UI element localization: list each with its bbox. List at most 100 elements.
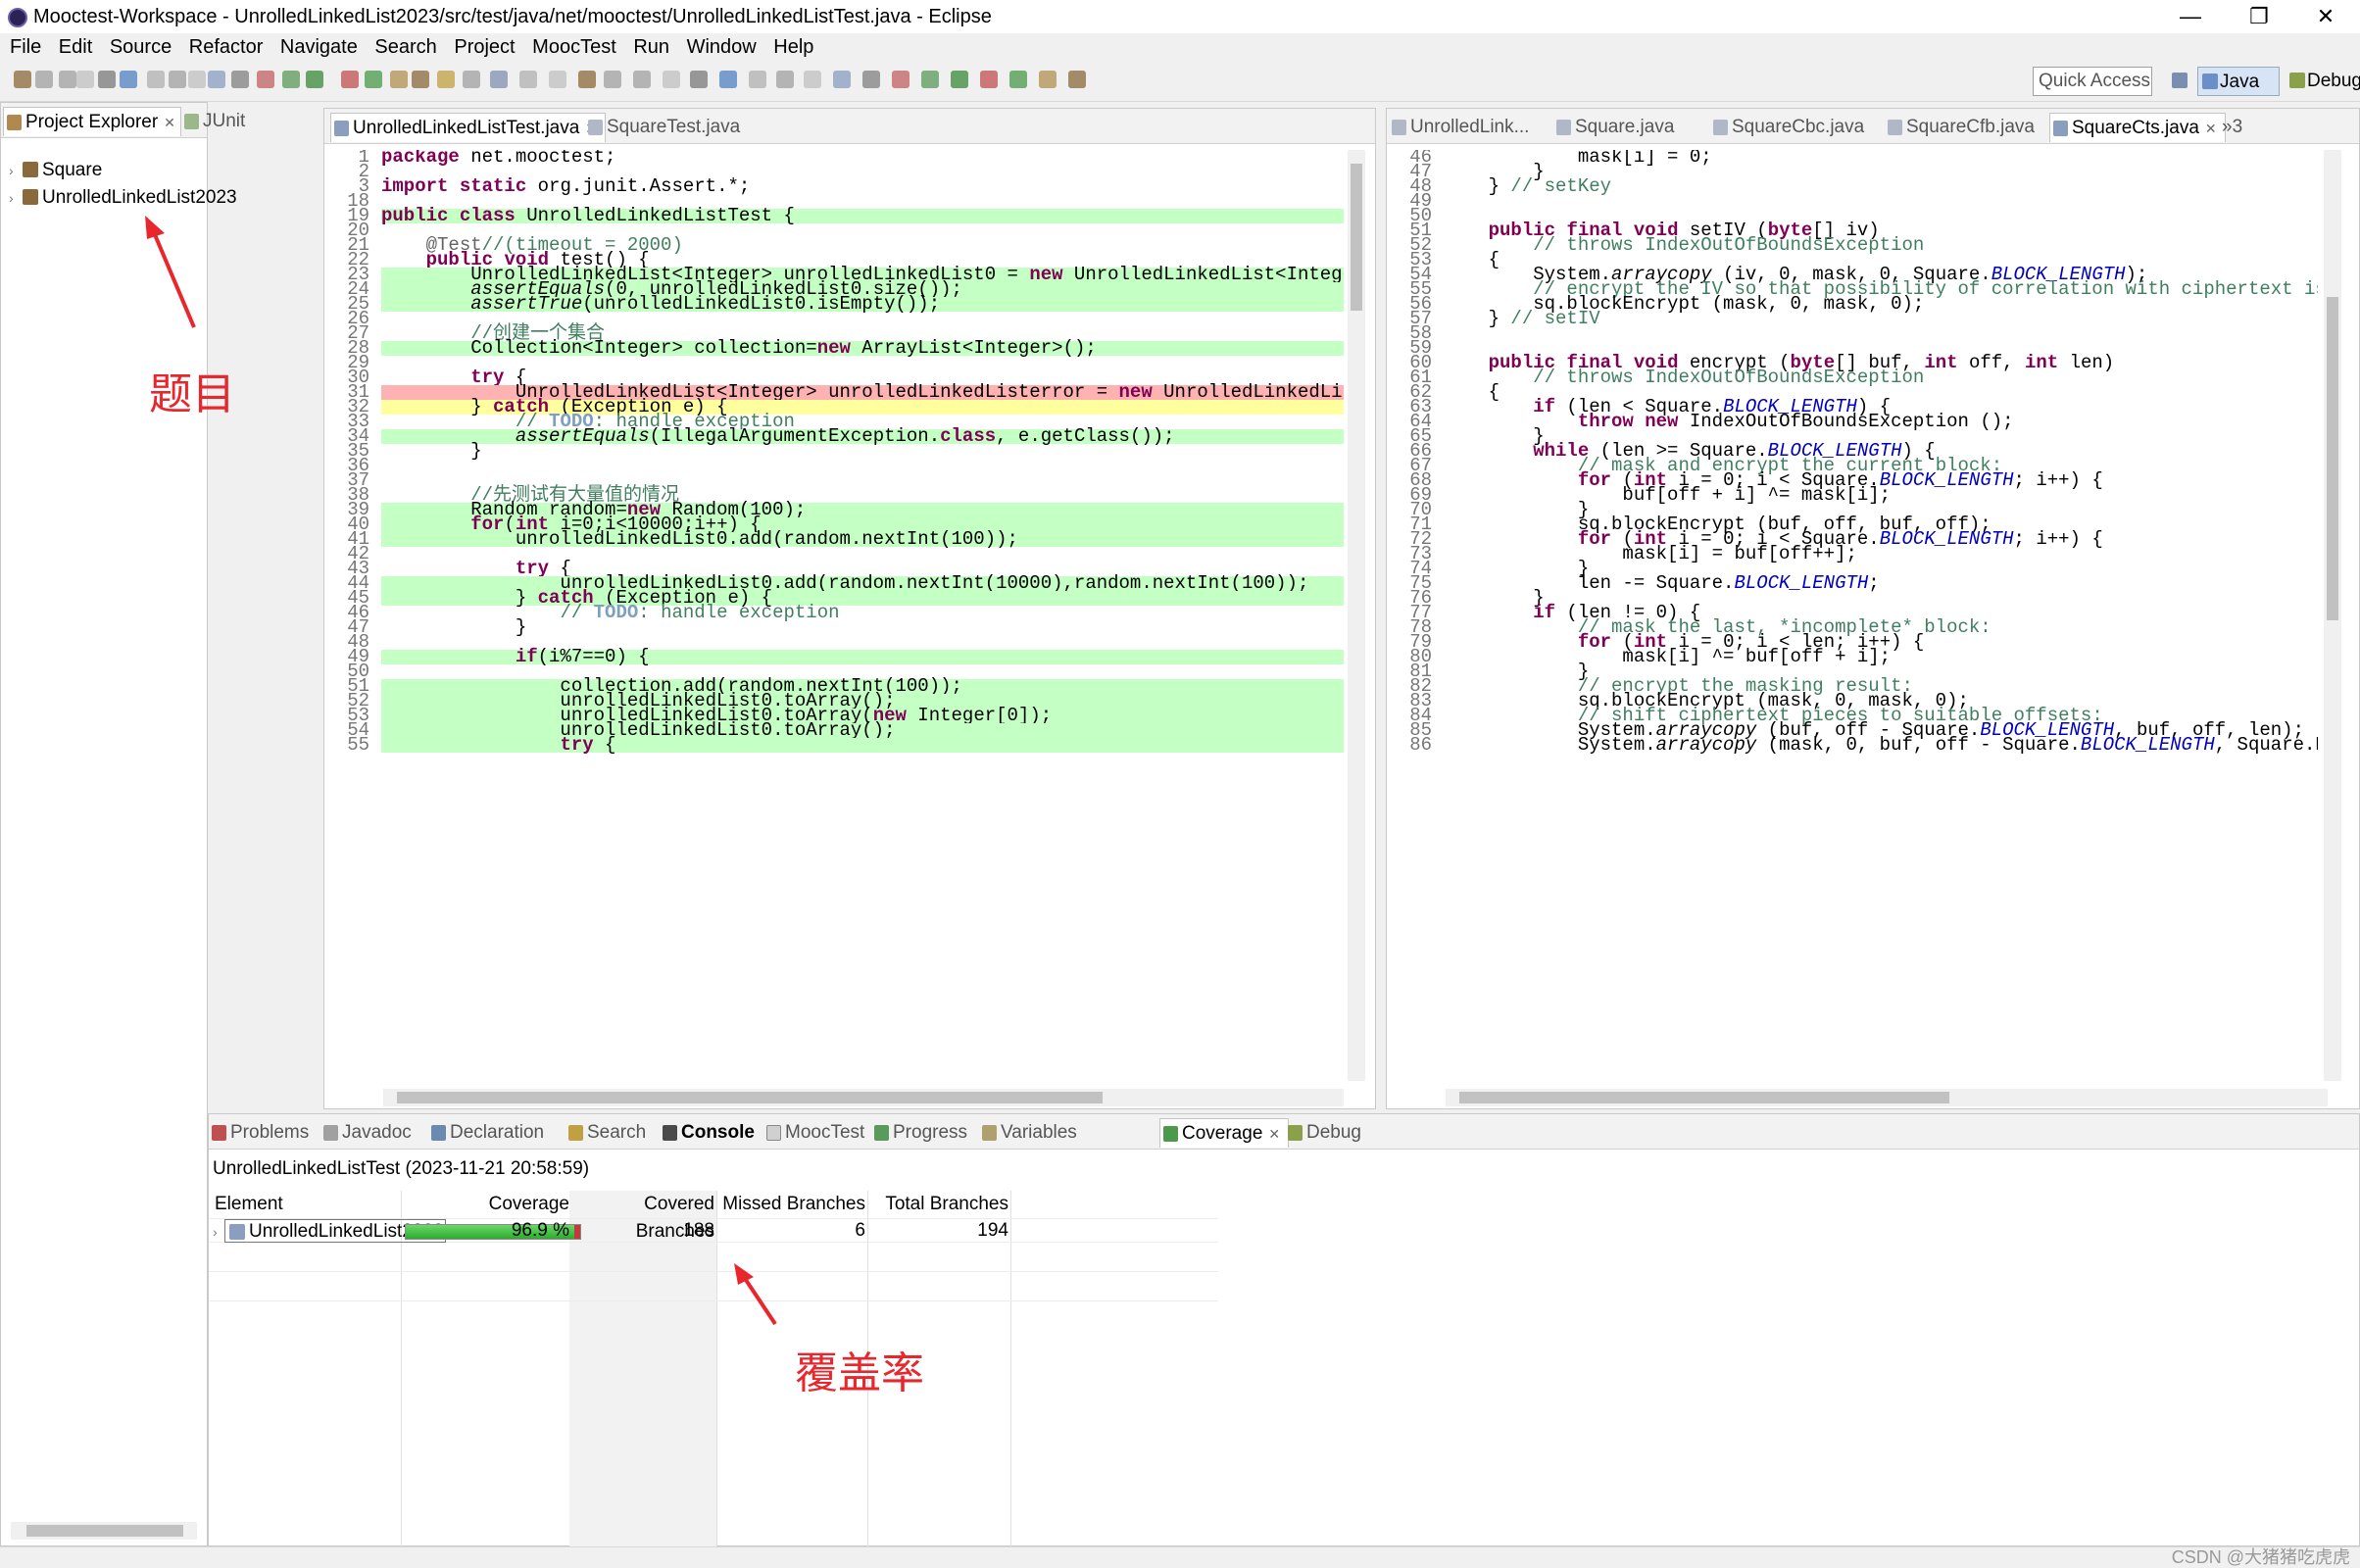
toolbar-button-icon[interactable] [390,71,408,88]
menu-window[interactable]: Window [687,33,757,61]
right-hscrollbar[interactable] [1446,1089,2328,1106]
close-icon[interactable]: ✕ [1268,1126,1280,1142]
toolbar-button-icon[interactable] [35,71,53,88]
code-line[interactable]: 48 } // setKey [1387,177,2318,196]
column-coverage[interactable]: Coverage [481,1191,569,1218]
toolbar-button-icon[interactable] [14,71,31,88]
right-vscrollbar[interactable] [2324,150,2341,1081]
toolbar-button-icon[interactable] [169,71,186,88]
left-code-area[interactable]: 1 package net.mooctest; 2 3 import static or… [324,150,1344,1079]
toolbar-button-icon[interactable] [306,71,323,88]
code-line[interactable]: 36 [324,457,1344,475]
code-line[interactable]: 86 System.arraycopy (mask, 0, buf, off -… [1387,736,2318,755]
open-perspective-icon[interactable] [2172,73,2188,88]
toolbar-button-icon[interactable] [188,71,206,88]
left-vscrollbar[interactable] [1348,150,1365,1081]
tab-declaration[interactable]: Declaration [428,1118,552,1148]
toolbar-button-icon[interactable] [76,71,94,88]
code-line[interactable]: 35 } [324,442,1344,461]
toolbar-button-icon[interactable] [147,71,165,88]
code-line[interactable]: 49 [1387,192,2318,211]
code-line[interactable]: 49 if(i%7==0) { [324,648,1344,666]
tab-mooctest[interactable]: MoocTest [763,1118,872,1148]
toolbar-button-icon[interactable] [921,71,939,88]
close-icon[interactable]: ✕ [164,115,175,130]
toolbar-button-icon[interactable] [231,71,249,88]
toolbar-button-icon[interactable] [776,71,794,88]
tab-problems[interactable]: Problems [209,1118,317,1148]
tab-progress[interactable]: Progress [871,1118,975,1148]
maximize-button[interactable]: ❐ [2225,0,2293,33]
more-tabs-button[interactable]: »3 [2218,113,2250,142]
tab-squarecbc[interactable]: SquareCbc.java [1710,113,1872,142]
toolbar-button-icon[interactable] [663,71,680,88]
tab-square[interactable]: Square.java [1553,113,1682,142]
chevron-right-icon[interactable]: › [213,1220,218,1244]
code-line[interactable]: 28 Collection<Integer> collection=new Ar… [324,339,1344,358]
toolbar-button-icon[interactable] [719,71,737,88]
code-line[interactable]: 47 } [324,618,1344,637]
toolbar-button-icon[interactable] [578,71,596,88]
toolbar-button-icon[interactable] [1039,71,1057,88]
menu-search[interactable]: Search [374,33,436,61]
coverage-row[interactable]: › UnrolledLinkedList2023 96.9 % 188 6 19… [209,1218,1218,1244]
chevron-right-icon[interactable]: › [9,185,23,211]
tab-squarecfb[interactable]: SquareCfb.java [1885,113,2042,142]
toolbar-button-icon[interactable] [980,71,998,88]
tab-unrolledlink[interactable]: UnrolledLink... [1389,113,1537,142]
toolbar-button-icon[interactable] [257,71,274,88]
column-covered-branches[interactable]: Covered Branches [571,1191,714,1242]
toolbar-button-icon[interactable] [437,71,455,88]
code-line[interactable]: 3 import static org.junit.Assert.*; [324,177,1344,196]
tab-squarects[interactable]: SquareCts.java ✕ [2049,113,2226,142]
toolbar-button-icon[interactable] [490,71,508,88]
right-code-area[interactable]: 46 mask[i] = 0; 47 } 48 } // setKey 49 50 51 … [1387,150,2318,1079]
quick-access-input[interactable]: Quick Access [2033,67,2152,96]
menu-project[interactable]: Project [454,33,515,61]
toolbar-button-icon[interactable] [749,71,766,88]
tab-variables[interactable]: Variables [979,1118,1085,1148]
perspective-java[interactable]: Java [2197,67,2280,96]
toolbar-button-icon[interactable] [951,71,968,88]
toolbar-button-icon[interactable] [365,71,382,88]
tab-debug[interactable]: Debug [1285,1118,1369,1148]
toolbar-button-icon[interactable] [1009,71,1027,88]
tab-junit[interactable]: JUnit [181,107,253,136]
toolbar-button-icon[interactable] [98,71,116,88]
toolbar-button-icon[interactable] [1068,71,1086,88]
tab-project-explorer[interactable]: Project Explorer ✕ [3,107,181,136]
tab-squaretest[interactable]: SquareTest.java [585,113,748,142]
code-line[interactable]: 19 public class UnrolledLinkedListTest { [324,207,1344,225]
toolbar-button-icon[interactable] [59,71,76,88]
toolbar-button-icon[interactable] [604,71,621,88]
toolbar-button-icon[interactable] [549,71,566,88]
toolbar-button-icon[interactable] [862,71,880,88]
toolbar-button-icon[interactable] [412,71,429,88]
code-line[interactable]: 52 // throws IndexOutOfBoundsException [1387,236,2318,255]
tree-item-square[interactable]: › Square [9,158,102,183]
toolbar-button-icon[interactable] [833,71,851,88]
code-line[interactable]: 61 // throws IndexOutOfBoundsException [1387,368,2318,387]
tab-coverage[interactable]: Coverage ✕ [1159,1118,1290,1148]
toolbar-button-icon[interactable] [690,71,708,88]
code-line[interactable]: 58 [1387,324,2318,343]
toolbar-button-icon[interactable] [120,71,137,88]
left-hscrollbar[interactable] [383,1089,1344,1106]
explorer-hscrollbar[interactable] [11,1522,197,1540]
toolbar-button-icon[interactable] [519,71,537,88]
toolbar-button-icon[interactable] [633,71,651,88]
toolbar-button-icon[interactable] [341,71,359,88]
toolbar-button-icon[interactable] [463,71,480,88]
tab-unrolledlinkedlisttest[interactable]: UnrolledLinkedListTest.java✕ [330,113,607,142]
menu-mooctest[interactable]: MoocTest [532,33,616,61]
toolbar-button-icon[interactable] [208,71,225,88]
code-line[interactable]: 1 package net.mooctest; [324,150,1344,167]
toolbar-button-icon[interactable] [892,71,910,88]
tab-console[interactable]: Console [660,1118,762,1148]
menu-help[interactable]: Help [773,33,813,61]
column-total-branches[interactable]: Total Branches [869,1191,1008,1218]
chevron-right-icon[interactable]: › [9,158,23,183]
menu-navigate[interactable]: Navigate [280,33,358,61]
menu-source[interactable]: Source [110,33,172,61]
toolbar-button-icon[interactable] [804,71,821,88]
